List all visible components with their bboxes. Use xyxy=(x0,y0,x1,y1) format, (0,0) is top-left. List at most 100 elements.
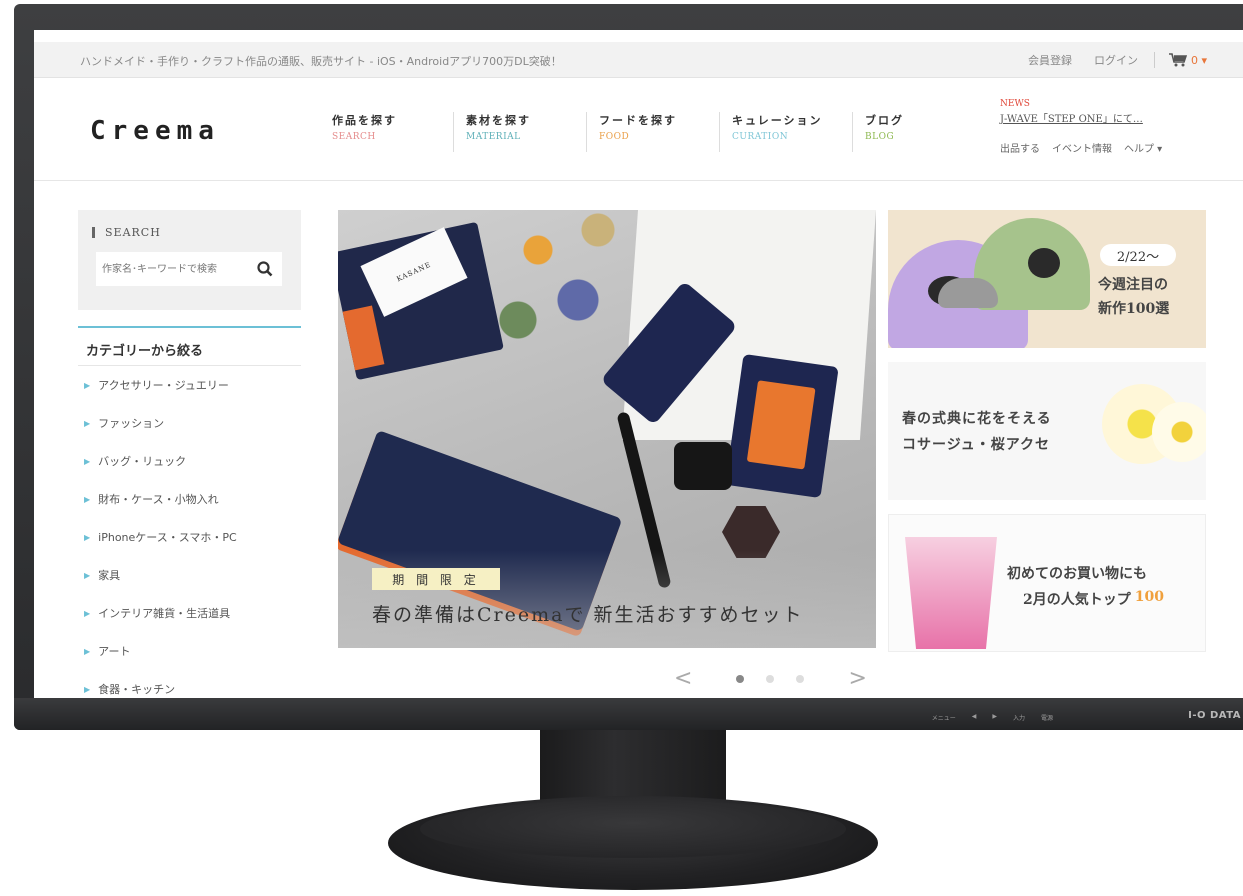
search-input[interactable] xyxy=(96,253,256,285)
nav-material[interactable]: 素材を探す MATERIAL xyxy=(453,112,586,152)
monitor-controls: メニュー ◀ ▶ 入力 電源 xyxy=(932,713,1053,722)
carousel-dot[interactable] xyxy=(766,674,775,683)
flower-image xyxy=(1152,402,1206,462)
cart-count: 0 ▾ xyxy=(1190,53,1207,67)
register-link[interactable]: 会員登録 xyxy=(1028,52,1072,68)
category-label: バッグ・リュック xyxy=(98,455,187,468)
monitor-control-power: 電源 xyxy=(1040,715,1053,722)
nav-search[interactable]: 作品を探す SEARCH xyxy=(320,112,453,152)
category-label: 財布・ケース・小物入れ xyxy=(98,493,219,506)
category-item[interactable]: ▶ バッグ・リュック xyxy=(78,442,301,480)
search-heading: SEARCH xyxy=(92,226,161,239)
category-item[interactable]: ▶ インテリア雑貨・生活道具 xyxy=(78,594,301,632)
cat-image xyxy=(938,278,998,308)
nav-label-en: MATERIAL xyxy=(466,132,521,142)
account-links: 会員登録 ログイン 0 ▾ xyxy=(1006,52,1207,68)
chevron-right-icon: ▶ xyxy=(84,570,91,580)
banner-text-line1: 今週注目の xyxy=(1098,277,1168,293)
news-link[interactable]: J-WAVE「STEP ONE」にて… xyxy=(1000,110,1143,125)
monitor-control-menu: メニュー xyxy=(931,715,956,722)
nav-label-en: BLOG xyxy=(865,132,895,142)
banner-top-100[interactable]: 初めてのお買い物にも 2月の人気トップ 100 xyxy=(888,514,1206,652)
monitor-screen: ハンドメイド・手作り・クラフト作品の通販、販売サイト - iOS・Android… xyxy=(34,30,1243,698)
banner-text-line1: 春の式典に花をそえる xyxy=(902,411,1052,427)
search-icon[interactable] xyxy=(256,260,274,278)
nav-food[interactable]: フードを探す FOOD xyxy=(586,112,719,152)
banner-text-line1: 初めてのお買い物にも xyxy=(1007,566,1147,582)
search-panel: SEARCH xyxy=(78,210,301,310)
creema-logo[interactable]: Creema xyxy=(90,116,220,146)
nav-label-jp: 素材を探す xyxy=(466,114,531,127)
carousel-dot[interactable] xyxy=(796,674,805,683)
monitor-stand-base-top xyxy=(420,800,846,858)
hero-title: 春の準備はCreemaで 新生活おすすめセット xyxy=(372,604,804,626)
category-item[interactable]: ▶ ファッション xyxy=(78,404,301,442)
banner-text-line2: 2月の人気トップ 100 xyxy=(1023,589,1164,609)
site-header: Creema 作品を探す SEARCH 素材を探す MATERIAL フードを探… xyxy=(34,79,1243,181)
divider xyxy=(1153,52,1155,68)
category-list: ▶ アクセサリー・ジュエリー ▶ ファッション ▶ バッグ・リュック ▶ 財布・ケース・… xyxy=(78,366,301,698)
date-pill: 2/22〜 xyxy=(1100,244,1176,266)
nav-label-jp: フードを探す xyxy=(599,114,677,127)
banner-text-line2: コサージュ・桜アクセ xyxy=(902,437,1051,453)
chevron-right-icon: ▶ xyxy=(84,494,91,504)
monitor-bezel-bottom xyxy=(14,698,1243,730)
news-block: NEWS J-WAVE「STEP ONE」にて… xyxy=(1000,99,1143,125)
card-case-lining xyxy=(342,305,385,371)
category-label: iPhoneケース・スマホ・PC xyxy=(98,531,237,544)
carousel-dot-active[interactable] xyxy=(736,674,745,683)
login-link[interactable]: ログイン xyxy=(1094,52,1138,68)
banner-weekly-new[interactable]: 2/22〜 今週注目の 新作100選 xyxy=(888,210,1206,348)
glass-image xyxy=(905,537,997,649)
category-item[interactable]: ▶ 食器・キッチン xyxy=(78,670,301,698)
category-label: ファッション xyxy=(98,417,165,430)
main-nav: 作品を探す SEARCH 素材を探す MATERIAL フードを探す FOOD … xyxy=(320,112,985,152)
monitor-brand-logo: I-O DATA xyxy=(1188,710,1241,721)
watch-image xyxy=(674,442,732,490)
chevron-right-icon: ▶ xyxy=(84,380,91,390)
category-item[interactable]: ▶ 財布・ケース・小物入れ xyxy=(78,480,301,518)
sell-link[interactable]: 出品する xyxy=(1000,140,1040,155)
heading-marker xyxy=(92,227,95,238)
sub-nav: 出品する イベント情報 ヘルプ ▾ xyxy=(1000,140,1162,155)
nav-blog[interactable]: ブログ BLOG xyxy=(852,112,985,152)
nav-label-en: CURATION xyxy=(732,132,789,142)
news-label: NEWS xyxy=(1000,99,1030,109)
site-tagline: ハンドメイド・手作り・クラフト作品の通販、販売サイト - iOS・Android… xyxy=(80,55,562,68)
category-item[interactable]: ▶ アクセサリー・ジュエリー xyxy=(78,366,301,404)
category-label: 家具 xyxy=(98,569,121,582)
nav-curation[interactable]: キュレーション CURATION xyxy=(719,112,852,152)
monitor-control-input: 入力 xyxy=(1012,715,1025,722)
nav-label-en: FOOD xyxy=(599,132,630,142)
category-panel: カテゴリーから絞る ▶ アクセサリー・ジュエリー ▶ ファッション ▶ バッグ・リュッ… xyxy=(78,326,301,698)
banner-text-line2: 新作100選 xyxy=(1098,301,1170,317)
search-heading-text: SEARCH xyxy=(105,226,161,239)
cart-button[interactable]: 0 ▾ xyxy=(1168,53,1207,67)
chevron-right-icon: ▶ xyxy=(84,418,91,428)
top-bar: ハンドメイド・手作り・クラフト作品の通販、販売サイト - iOS・Android… xyxy=(34,42,1243,78)
chevron-right-icon: ▶ xyxy=(84,456,91,466)
category-item[interactable]: ▶ 家具 xyxy=(78,556,301,594)
category-label: 食器・キッチン xyxy=(98,683,176,696)
carousel-dots xyxy=(736,674,805,683)
category-item[interactable]: ▶ iPhoneケース・スマホ・PC xyxy=(78,518,301,556)
monitor-control-left: ◀ xyxy=(971,713,977,720)
help-dropdown[interactable]: ヘルプ ▾ xyxy=(1124,140,1162,155)
events-link[interactable]: イベント情報 xyxy=(1052,140,1112,155)
limited-time-badge: 期 間 限 定 xyxy=(372,568,500,590)
category-label: インテリア雑貨・生活道具 xyxy=(98,607,231,620)
chevron-right-icon: ▶ xyxy=(84,684,91,694)
nav-label-jp: ブログ xyxy=(865,114,904,127)
monitor-control-right: ▶ xyxy=(992,713,997,720)
hero-banner[interactable]: KASANE 期 間 限 定 春の準備はCreemaで 新生活おすすめセット xyxy=(338,210,876,648)
nav-label-jp: 作品を探す xyxy=(332,114,397,127)
pass-case-window xyxy=(746,380,816,470)
banner-corsage[interactable]: 春の式典に花をそえる コサージュ・桜アクセ xyxy=(888,362,1206,500)
carousel-next-arrow-icon[interactable]: > xyxy=(848,666,866,691)
category-label: アクセサリー・ジュエリー xyxy=(98,379,229,392)
chevron-right-icon: ▶ xyxy=(84,608,91,618)
hero-caption-overlay xyxy=(338,550,876,648)
category-heading: カテゴリーから絞る xyxy=(78,326,301,366)
carousel-prev-arrow-icon[interactable]: < xyxy=(674,666,692,691)
category-item[interactable]: ▶ アート xyxy=(78,632,301,670)
